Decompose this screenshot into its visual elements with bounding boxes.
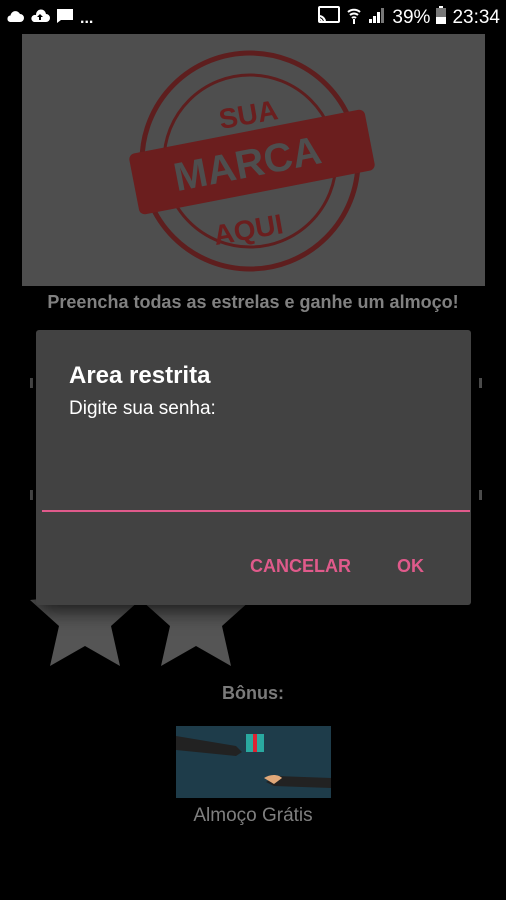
- chat-icon: [56, 8, 74, 29]
- battery-percent: 39%: [392, 7, 431, 28]
- cancel-button[interactable]: CANCELAR: [242, 552, 359, 581]
- cast-icon: [318, 6, 341, 30]
- signal-icon: [368, 6, 386, 30]
- ok-button[interactable]: OK: [389, 552, 432, 581]
- cloud-upload-icon: [30, 9, 50, 28]
- status-bar: ... 39% 23:34: [0, 0, 506, 36]
- wifi-icon: [346, 6, 362, 30]
- password-input[interactable]: [42, 470, 470, 512]
- overflow-indicator: ...: [80, 9, 94, 27]
- battery-icon: [436, 6, 447, 30]
- password-dialog: Area restrita Digite sua senha: CANCELAR…: [36, 330, 471, 605]
- dialog-message: Digite sua senha:: [69, 398, 216, 419]
- cloud-icon: [6, 9, 24, 28]
- dialog-title: Area restrita: [69, 362, 211, 389]
- clock: 23:34: [452, 7, 500, 28]
